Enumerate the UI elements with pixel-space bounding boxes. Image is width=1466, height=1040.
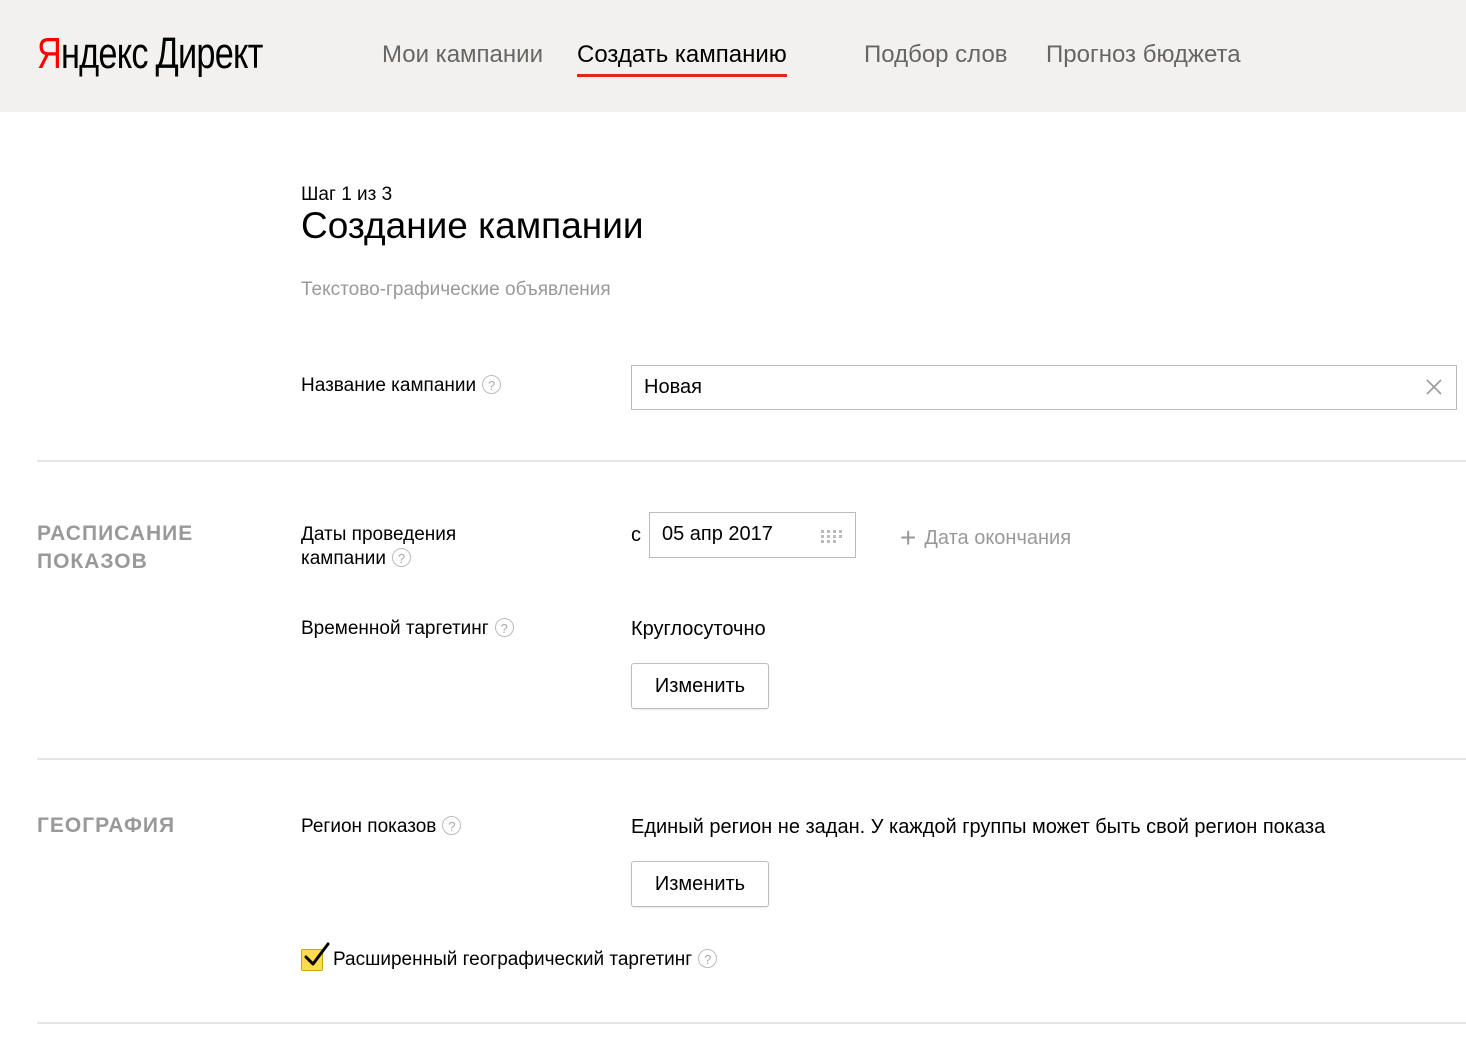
time-targeting-label: Временной таргетинг? [301, 617, 514, 641]
campaign-name-value: Новая [644, 376, 702, 398]
extended-geo-targeting-checkbox[interactable] [301, 942, 330, 971]
campaign-name-label: Название кампании? [301, 374, 502, 398]
section-divider [37, 1022, 1466, 1024]
campaign-dates-label: Даты проведения кампании? [301, 524, 457, 569]
checkmark-icon [304, 942, 330, 966]
change-time-targeting-button[interactable]: Изменить [631, 663, 769, 709]
geography-section-title: ГЕОГРАФИЯ [37, 814, 176, 837]
start-date-input[interactable]: 05 апр 2017 [649, 512, 856, 558]
start-date-value: 05 апр 2017 [662, 523, 773, 545]
help-icon[interactable]: ? [494, 618, 514, 637]
page-title: Создание кампании [301, 205, 644, 246]
yandex-direct-logo[interactable]: Яндекс Директ [37, 24, 263, 84]
add-end-date-link[interactable]: + Дата окончания [900, 522, 1071, 554]
help-icon[interactable]: ? [442, 816, 462, 835]
help-icon[interactable]: ? [482, 375, 502, 394]
clear-icon[interactable] [1424, 377, 1444, 397]
schedule-section-title: РАСПИСАНИЕ ПОКАЗОВ [37, 522, 194, 573]
nav-create-campaign[interactable]: Создать кампанию [577, 38, 787, 77]
plus-icon: + [900, 522, 917, 553]
campaign-name-input[interactable]: Новая [631, 365, 1457, 410]
section-divider [37, 460, 1466, 462]
calendar-icon[interactable] [819, 528, 845, 544]
time-targeting-value: Круглосуточно [631, 618, 766, 640]
help-icon[interactable]: ? [391, 548, 411, 567]
nav-budget-forecast[interactable]: Прогноз бюджета [1046, 38, 1241, 74]
nav-my-campaigns[interactable]: Мои кампании [382, 38, 543, 74]
section-divider [37, 758, 1466, 760]
help-icon[interactable]: ? [698, 949, 718, 968]
nav-keyword-selection[interactable]: Подбор слов [864, 38, 1008, 74]
region-value: Единый регион не задан. У каждой группы … [631, 816, 1326, 838]
date-from-prefix: с [631, 524, 641, 546]
change-region-button[interactable]: Изменить [631, 861, 769, 907]
top-header: Яндекс Директ Мои кампании Создать кампан… [0, 0, 1466, 112]
extended-geo-targeting-label: Расширенный географический таргетинг? [333, 948, 718, 972]
campaign-type-subtitle: Текстово-графические объявления [301, 279, 611, 300]
step-indicator: Шаг 1 из 3 [301, 184, 393, 205]
region-label: Регион показов? [301, 815, 462, 839]
